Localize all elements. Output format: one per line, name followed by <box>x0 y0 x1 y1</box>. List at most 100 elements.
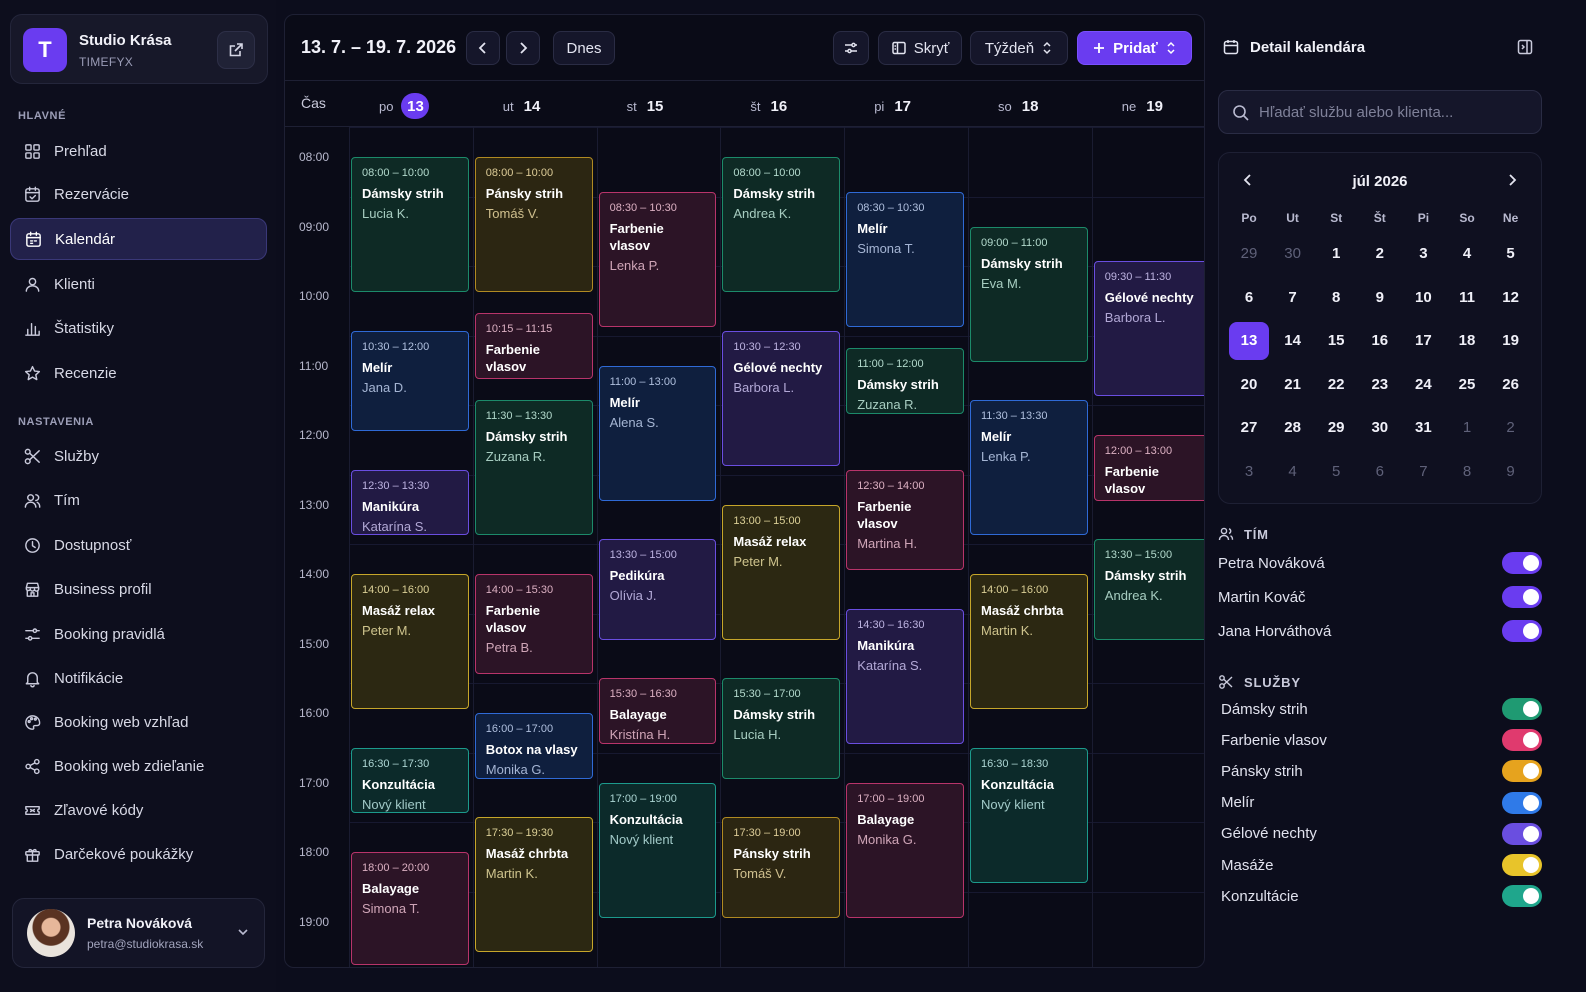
mini-calendar-day[interactable]: 3 <box>1229 453 1269 491</box>
appointment-card[interactable]: 12:30 – 13:30 Manikúra Katarína S. <box>351 469 469 536</box>
panel-toggle-icon[interactable] <box>1516 38 1534 56</box>
mini-calendar-day[interactable]: 18 <box>1447 322 1487 360</box>
mini-calendar-day[interactable]: 10 <box>1403 279 1443 317</box>
mini-calendar-day[interactable]: 4 <box>1447 235 1487 273</box>
sidebar-item-clock[interactable]: Dostupnosť <box>10 524 267 566</box>
appointment-card[interactable]: 08:00 – 10:00 Pánsky strih Tomáš V. <box>474 157 593 292</box>
mini-calendar-day[interactable]: 5 <box>1316 453 1356 491</box>
sidebar-item-share[interactable]: Booking web zdieľanie <box>10 745 267 787</box>
mini-calendar-day[interactable]: 8 <box>1316 279 1356 317</box>
sidebar-item-bell[interactable]: Notifikácie <box>10 657 267 699</box>
mini-calendar-day[interactable]: 9 <box>1491 453 1531 491</box>
visibility-toggle[interactable] <box>1502 760 1542 783</box>
prev-week-button[interactable] <box>466 31 500 65</box>
search-field[interactable] <box>1218 90 1542 134</box>
appointment-card[interactable]: 13:30 – 15:00 Pedikúra Olívia J. <box>598 539 717 640</box>
sidebar-item-user[interactable]: Klienti <box>10 263 267 305</box>
view-select[interactable]: Týždeň <box>970 31 1068 65</box>
mini-calendar-day[interactable]: 30 <box>1360 409 1400 447</box>
mini-calendar-day[interactable]: 3 <box>1403 235 1443 273</box>
sidebar-item-gift[interactable]: Darčekové poukážky <box>10 833 267 875</box>
mini-calendar-day[interactable]: 1 <box>1447 409 1487 447</box>
appointment-card[interactable]: 11:00 – 12:00 Dámsky strih Zuzana R. <box>846 348 964 414</box>
mini-calendar-day[interactable]: 21 <box>1273 366 1313 404</box>
sidebar-item-calendar[interactable]: Kalendár <box>10 218 267 260</box>
sidebar-item-scissors[interactable]: Služby <box>10 435 267 477</box>
appointment-card[interactable]: 17:30 – 19:00 Pánsky strih Tomáš V. <box>722 817 841 918</box>
appointment-card[interactable]: 12:30 – 14:00 Farbenie vlasov Martina H. <box>846 469 964 570</box>
add-button[interactable]: Pridať <box>1077 31 1192 65</box>
mini-calendar-day[interactable]: 4 <box>1273 453 1313 491</box>
day-header-st[interactable]: st 15 <box>627 93 664 119</box>
mini-calendar-day[interactable]: 7 <box>1273 279 1313 317</box>
appointment-card[interactable]: 13:00 – 15:00 Masáž relax Peter M. <box>722 504 841 640</box>
search-input[interactable] <box>1259 91 1529 133</box>
mini-calendar-day[interactable]: 17 <box>1403 322 1443 360</box>
mini-calendar-day[interactable]: 7 <box>1403 453 1443 491</box>
mini-calendar-day[interactable]: 24 <box>1403 366 1443 404</box>
sidebar-item-star[interactable]: Recenzie <box>10 352 267 394</box>
visibility-toggle[interactable] <box>1502 620 1542 642</box>
day-header-so[interactable]: so 18 <box>998 93 1038 119</box>
mini-calendar-day[interactable]: 19 <box>1491 322 1531 360</box>
visibility-toggle[interactable] <box>1502 822 1542 845</box>
mini-calendar-day[interactable]: 20 <box>1229 366 1269 404</box>
appointment-card[interactable]: 11:30 – 13:30 Melír Lenka P. <box>970 400 1088 536</box>
visibility-toggle[interactable] <box>1502 586 1542 608</box>
sidebar-item-grid[interactable]: Prehľad <box>10 130 267 172</box>
user-menu[interactable]: Petra Nováková petra@studiokrasa.sk <box>12 898 265 968</box>
appointment-card[interactable]: 17:00 – 19:00 Konzultácia Nový klient <box>598 782 717 918</box>
mini-calendar-day[interactable]: 1 <box>1316 235 1356 273</box>
mini-calendar-day[interactable]: 26 <box>1491 366 1531 404</box>
appointment-card[interactable]: 09:30 – 11:30 Gélové nechty Barbora L. <box>1093 261 1204 397</box>
mini-calendar-day[interactable]: 25 <box>1447 366 1487 404</box>
appointment-card[interactable]: 12:00 – 13:00Farbenie vlasovNikola T. <box>1093 435 1204 501</box>
mini-calendar-day[interactable]: 9 <box>1360 279 1400 317</box>
sidebar-item-palette[interactable]: Booking web vzhľad <box>10 701 267 743</box>
mini-calendar-day[interactable]: 11 <box>1447 279 1487 317</box>
day-header-št[interactable]: št 16 <box>750 93 787 119</box>
appointment-card[interactable]: 17:30 – 19:30 Masáž chrbta Martin K. <box>474 817 593 953</box>
appointment-card[interactable]: 14:00 – 15:30 Farbenie vlasov Petra B. <box>474 574 593 675</box>
appointment-card[interactable]: 15:30 – 17:00 Dámsky strih Lucia H. <box>722 678 841 779</box>
appointment-card[interactable]: 17:00 – 19:00 Balayage Monika G. <box>846 782 964 918</box>
mini-calendar-day-selected[interactable]: 13 <box>1229 322 1269 361</box>
appointment-card[interactable]: 10:30 – 12:00 Melír Jana D. <box>351 330 469 431</box>
appointment-card[interactable]: 08:30 – 10:30 Melír Simona T. <box>846 191 964 327</box>
day-header-pi[interactable]: pi 17 <box>874 93 911 119</box>
appointment-card[interactable]: 08:00 – 10:00 Dámsky strih Lucia K. <box>351 157 469 292</box>
appointment-card[interactable]: 10:15 – 11:15Farbenie vlasovMartina H. <box>474 313 593 379</box>
appointment-card[interactable]: 18:00 – 20:00 Balayage Simona T. <box>351 852 469 965</box>
filter-button[interactable] <box>833 31 869 65</box>
sidebar-item-store[interactable]: Business profil <box>10 568 267 610</box>
next-month-button[interactable] <box>1505 173 1519 192</box>
external-link-button[interactable] <box>217 31 255 69</box>
sidebar-item-sliders[interactable]: Booking pravidlá <box>10 613 267 655</box>
appointment-card[interactable]: 10:30 – 12:30 Gélové nechty Barbora L. <box>722 330 841 466</box>
appointment-card[interactable]: 14:30 – 16:30 Manikúra Katarína S. <box>846 608 964 744</box>
mini-calendar-day[interactable]: 15 <box>1316 322 1356 360</box>
mini-calendar-day[interactable]: 6 <box>1229 279 1269 317</box>
day-header-po[interactable]: po 13 <box>379 93 430 119</box>
day-header-ne[interactable]: ne 19 <box>1122 93 1163 119</box>
appointment-card[interactable]: 09:00 – 11:00 Dámsky strih Eva M. <box>970 226 1088 362</box>
mini-calendar-day[interactable]: 16 <box>1360 322 1400 360</box>
sidebar-item-team[interactable]: Tím <box>10 479 267 521</box>
hide-button[interactable]: Skryť <box>878 31 962 65</box>
sidebar-item-calendar-check[interactable]: Rezervácie <box>10 173 267 215</box>
appointment-card[interactable]: 14:00 – 16:00 Masáž relax Peter M. <box>351 574 469 709</box>
appointment-card[interactable]: 14:00 – 16:00 Masáž chrbta Martin K. <box>970 574 1088 709</box>
visibility-toggle[interactable] <box>1502 885 1542 908</box>
visibility-toggle[interactable] <box>1502 729 1542 752</box>
mini-calendar-day[interactable]: 22 <box>1316 366 1356 404</box>
appointment-card[interactable]: 16:30 – 18:30 Konzultácia Nový klient <box>970 747 1088 883</box>
mini-calendar-day[interactable]: 5 <box>1491 235 1531 273</box>
appointment-card[interactable]: 11:30 – 13:30 Dámsky strih Zuzana R. <box>474 400 593 536</box>
sidebar-item-ticket[interactable]: Zľavové kódy <box>10 789 267 831</box>
appointment-card[interactable]: 13:30 – 15:00 Dámsky strih Andrea K. <box>1093 539 1204 640</box>
mini-calendar-day[interactable]: 27 <box>1229 409 1269 447</box>
day-header-ut[interactable]: ut 14 <box>503 93 541 119</box>
appointment-card[interactable]: 15:30 – 16:30 Balayage Kristína H. <box>598 678 717 744</box>
visibility-toggle[interactable] <box>1502 698 1542 720</box>
mini-calendar-day[interactable]: 2 <box>1491 409 1531 447</box>
